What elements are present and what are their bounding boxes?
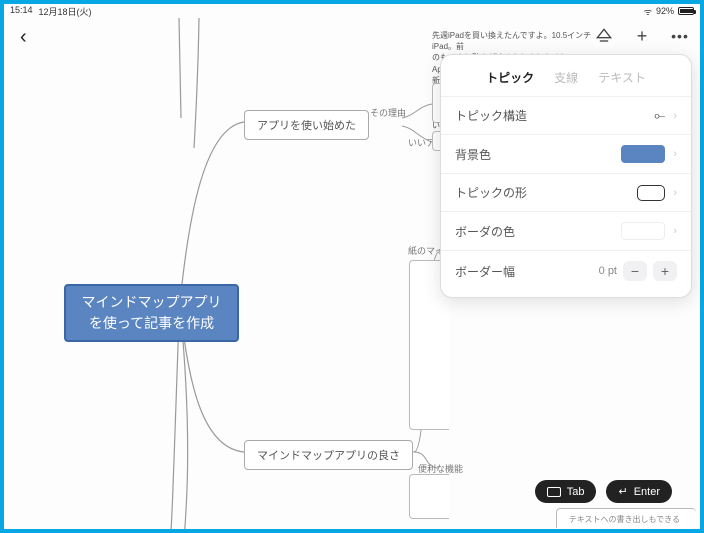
tab-line[interactable]: 支線 — [554, 69, 578, 86]
tab-text[interactable]: テキスト — [598, 69, 646, 86]
central-line1: マインドマップアプリ — [82, 292, 222, 313]
tab-topic[interactable]: トピック — [486, 69, 534, 86]
partial-node-4[interactable] — [409, 474, 449, 519]
stepper-plus[interactable]: + — [653, 261, 677, 281]
footer-buttons: Tab Enter — [535, 480, 672, 503]
chevron-right-icon: › — [673, 148, 677, 160]
battery-percent: 92% — [656, 6, 674, 16]
style-icon[interactable] — [594, 26, 614, 46]
structure-icon: ⟜ — [654, 107, 665, 124]
bottom-strip-text: テキストへの書き出しもできる — [569, 514, 680, 525]
battery-icon — [678, 7, 694, 15]
chevron-right-icon: › — [673, 225, 677, 237]
status-bar: 15:14 12月18日(火) ᯤ 92% — [4, 4, 700, 18]
tab-key-icon — [547, 487, 561, 497]
top-toolbar: + ••• — [594, 26, 690, 46]
status-time: 15:14 — [10, 5, 33, 18]
enter-key-icon — [618, 485, 627, 498]
bg-color-swatch — [621, 145, 665, 163]
stepper-minus[interactable]: − — [623, 261, 647, 281]
row-structure[interactable]: トピック構造 ⟜› — [441, 96, 691, 134]
border-color-swatch — [621, 222, 665, 240]
app-frame: 15:14 12月18日(火) ᯤ 92% ‹ 先週iPadを買い換えたんですよ… — [0, 0, 704, 533]
tab-key-button[interactable]: Tab — [535, 480, 597, 503]
sub-label-reason[interactable]: その理由 — [370, 106, 406, 119]
row-border-width: ボーダー幅 0 pt − + — [441, 250, 691, 291]
topic-node-2[interactable]: マインドマップアプリの良さ — [244, 440, 413, 470]
wifi-icon: ᯤ — [644, 5, 652, 18]
border-width-value: 0 pt — [599, 265, 617, 277]
status-date: 12月18日(火) — [39, 5, 92, 18]
row-border-color[interactable]: ボーダの色 › — [441, 211, 691, 250]
add-icon[interactable]: + — [632, 26, 652, 46]
more-icon[interactable]: ••• — [670, 26, 690, 46]
format-panel: トピック 支線 テキスト トピック構造 ⟜› 背景色 › トピックの形 › ボー… — [440, 54, 692, 298]
chevron-right-icon: › — [673, 187, 677, 199]
panel-tabs: トピック 支線 テキスト — [441, 65, 691, 96]
central-line2: を使って記事を作成 — [89, 313, 214, 334]
topic-node-1[interactable]: アプリを使い始めた — [244, 110, 369, 140]
shape-preview — [637, 185, 665, 201]
chevron-right-icon: › — [673, 110, 677, 122]
row-shape[interactable]: トピックの形 › — [441, 173, 691, 211]
central-topic[interactable]: マインドマップアプリ を使って記事を作成 — [64, 284, 239, 342]
enter-key-button[interactable]: Enter — [606, 480, 672, 503]
row-bg-color[interactable]: 背景色 › — [441, 134, 691, 173]
